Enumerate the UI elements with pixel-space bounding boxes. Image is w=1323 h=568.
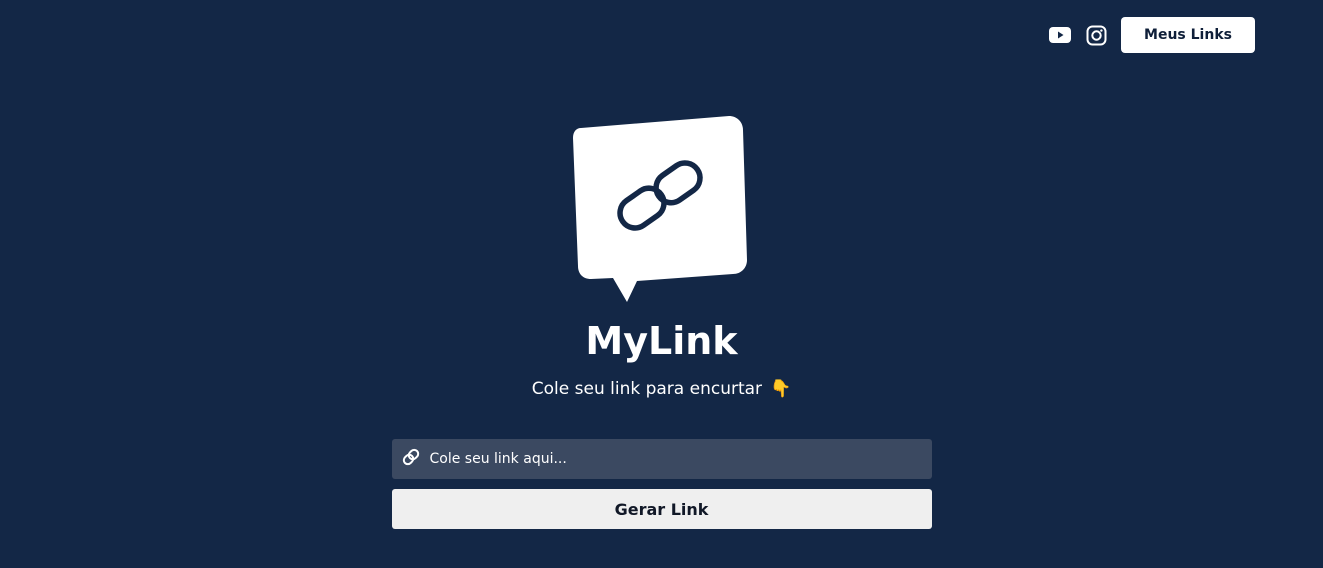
link-icon	[400, 446, 422, 472]
shorten-link-form: Gerar Link	[391, 439, 932, 529]
youtube-icon[interactable]	[1049, 24, 1071, 46]
link-input[interactable]	[429, 451, 932, 467]
my-links-button[interactable]: Meus Links	[1121, 17, 1255, 53]
hero-section: MyLink Cole seu link para encurtar 👇 Ger…	[0, 116, 1323, 529]
generate-link-button[interactable]: Gerar Link	[391, 489, 932, 529]
subtitle-text: Cole seu link para encurtar	[531, 379, 763, 399]
chain-link-speech-bubble-icon	[571, 116, 751, 304]
link-input-wrapper[interactable]	[391, 439, 932, 479]
header-actions: Meus Links	[1049, 17, 1255, 53]
app-title: MyLink	[585, 319, 738, 363]
pointing-down-icon: 👇	[770, 379, 792, 399]
instagram-icon[interactable]	[1085, 24, 1107, 46]
subtitle: Cole seu link para encurtar 👇	[532, 376, 791, 402]
